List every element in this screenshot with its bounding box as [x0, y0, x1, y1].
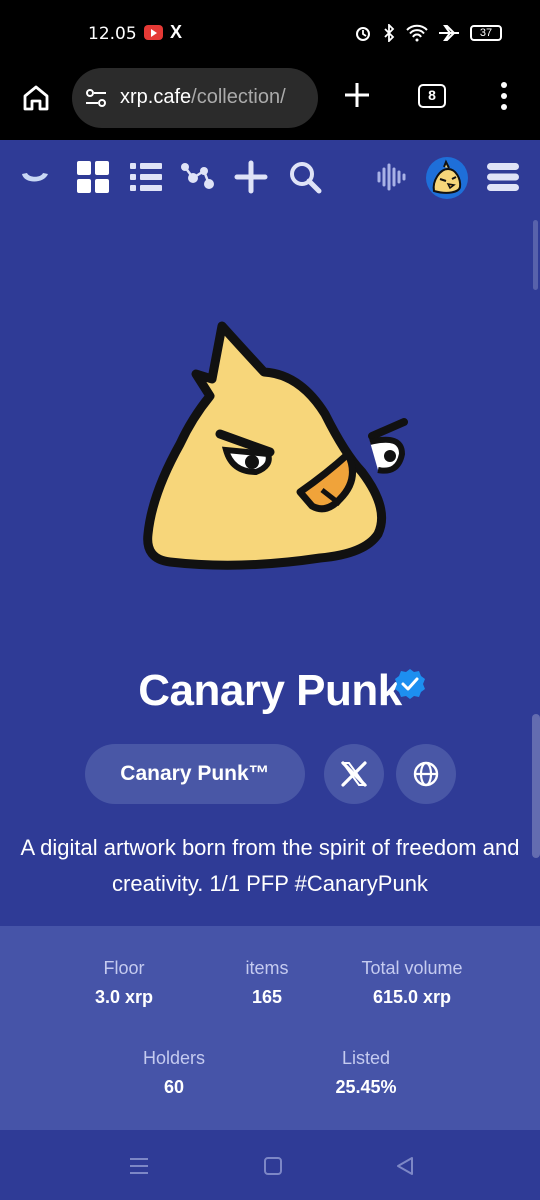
new-tab-plus-icon[interactable]: [342, 80, 372, 110]
stat-total-volume-label: Total volume: [361, 958, 463, 978]
scrollbar-thumb-top[interactable]: [533, 220, 538, 290]
wifi-icon: [406, 24, 428, 42]
stat-items: items 165: [207, 958, 327, 1008]
stat-holders-value: 60: [163, 1077, 185, 1097]
list-icon[interactable]: [129, 160, 163, 194]
home-icon[interactable]: [20, 82, 52, 114]
menu-icon[interactable]: [486, 160, 520, 194]
url-domain: xrp.cafe: [120, 86, 192, 108]
stat-listed-value: 25.45%: [335, 1077, 397, 1097]
logo-icon[interactable]: [18, 160, 52, 194]
stat-floor-value: 3.0 xrp: [94, 987, 154, 1007]
globe-icon: [413, 761, 439, 787]
stat-listed: Listed 25.45%: [306, 1048, 426, 1098]
bluetooth-icon: [384, 24, 395, 42]
stat-total-volume-value: 615.0 xrp: [372, 987, 452, 1007]
stat-holders: Holders 60: [114, 1048, 234, 1098]
alarm-icon: [356, 27, 370, 41]
search-icon[interactable]: [288, 160, 322, 194]
creator-pill-button[interactable]: Canary Punk™: [85, 744, 305, 804]
tab-switcher-button[interactable]: 8: [418, 84, 446, 108]
airplane-icon: [439, 25, 459, 41]
stat-items-value: 165: [251, 987, 283, 1007]
youtube-notification-icon: [144, 25, 163, 40]
battery-indicator: 37: [470, 25, 502, 41]
status-bar: 12.05 X 37: [0, 0, 540, 66]
user-avatar[interactable]: [426, 157, 468, 199]
stat-items-label: items: [245, 958, 289, 978]
status-icons: 37: [354, 24, 502, 42]
stat-floor: Floor 3.0 xrp: [64, 958, 184, 1008]
stat-floor-label: Floor: [103, 958, 145, 978]
status-time: 12.05: [88, 24, 137, 44]
web-page: Canary Punk Canary Punk™ A digital artwo…: [0, 140, 540, 1150]
stat-listed-label: Listed: [341, 1048, 391, 1068]
audio-icon[interactable]: [374, 160, 408, 194]
browser-toolbar: xrp.cafe/collection/ 8: [0, 66, 540, 138]
tune-icon[interactable]: [84, 86, 108, 110]
url-path: /collection/: [191, 86, 286, 108]
collection-title: Canary Punk: [138, 666, 402, 715]
x-notification-icon: X: [170, 22, 183, 42]
stat-total-volume: Total volume 615.0 xrp: [342, 958, 482, 1008]
back-icon[interactable]: [394, 1156, 416, 1176]
collection-title-row: Canary Punk: [0, 666, 540, 716]
create-icon[interactable]: [234, 160, 268, 194]
verified-icon: [395, 669, 425, 699]
x-link-button[interactable]: [324, 744, 384, 804]
stats-panel: Floor 3.0 xrp items 165 Total volume 615…: [0, 926, 540, 1130]
recents-icon[interactable]: [128, 1156, 150, 1176]
collection-hero-image: [143, 321, 408, 570]
activity-icon[interactable]: [180, 160, 214, 194]
x-icon: [341, 761, 367, 787]
home-nav-icon[interactable]: [262, 1156, 284, 1176]
more-vert-icon[interactable]: [494, 80, 514, 112]
scrollbar-thumb[interactable]: [532, 714, 540, 858]
site-nav: [0, 140, 540, 216]
collection-description: A digital artwork born from the spirit o…: [20, 835, 520, 896]
website-link-button[interactable]: [396, 744, 456, 804]
url-bar[interactable]: xrp.cafe/collection/: [72, 68, 318, 128]
grid-icon[interactable]: [76, 160, 110, 194]
canary-avatar-icon: [432, 159, 462, 194]
stat-holders-label: Holders: [142, 1048, 206, 1068]
system-nav-bar: [0, 1130, 540, 1200]
